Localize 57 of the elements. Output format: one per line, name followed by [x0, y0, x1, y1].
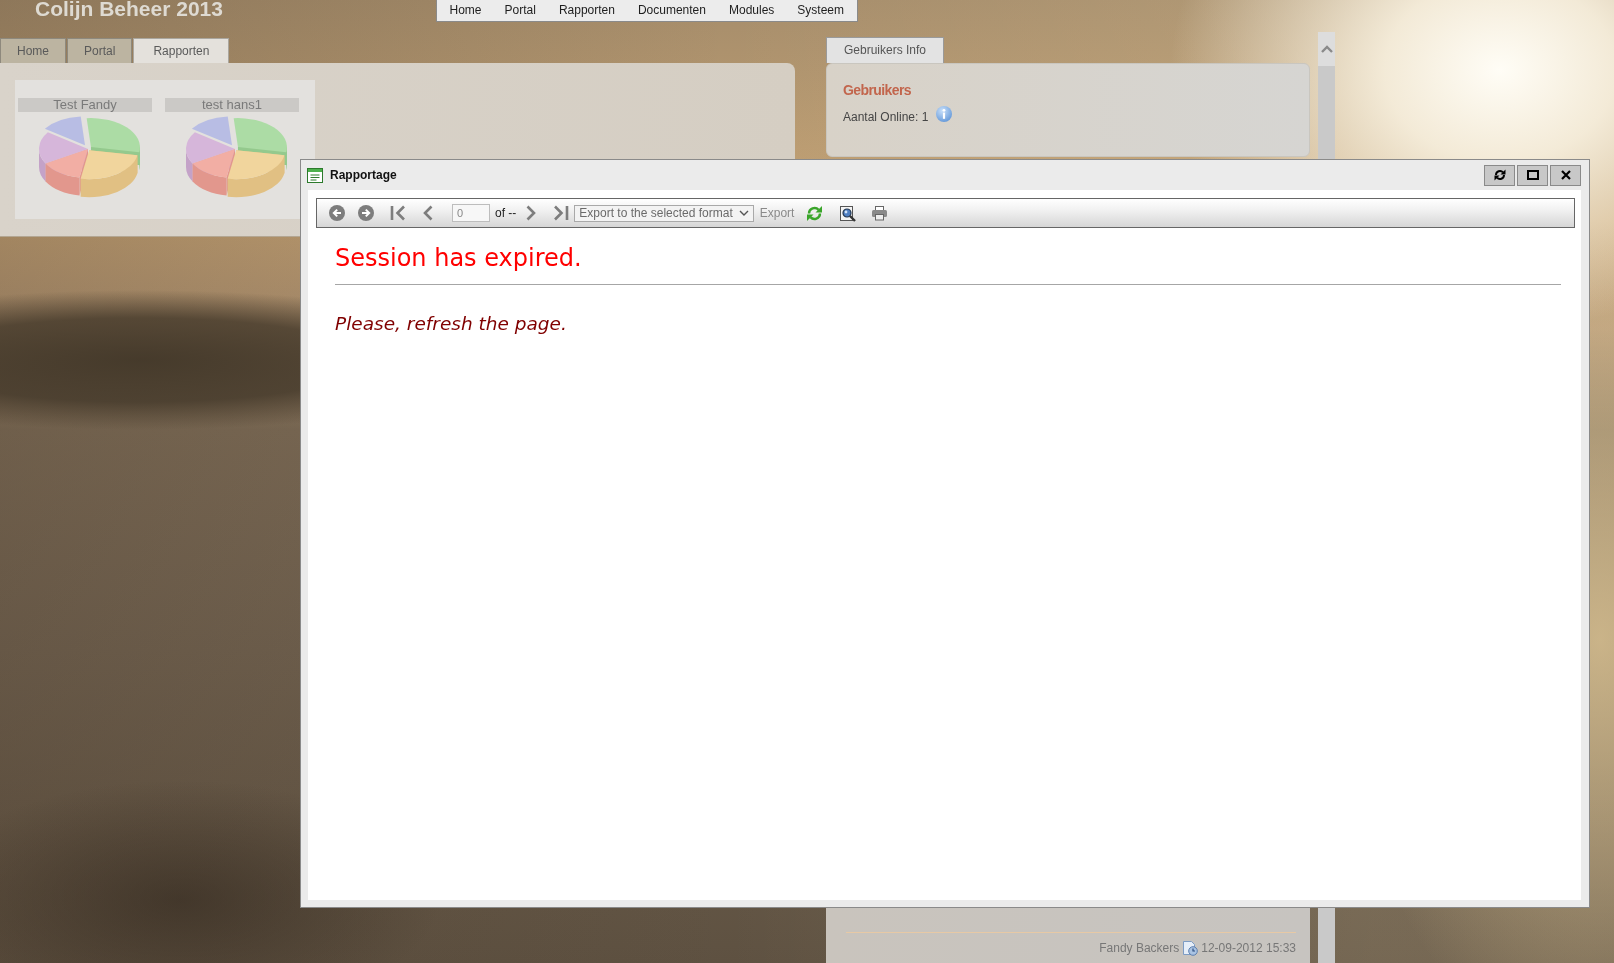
reload-icon [1493, 169, 1506, 181]
format-select[interactable]: Export to the selected format [574, 204, 754, 222]
next-page-button[interactable] [526, 205, 538, 221]
menu-item[interactable]: Portal [493, 0, 548, 21]
timestamp: 12-09-2012 15:33 [1201, 940, 1296, 956]
preview-button[interactable] [839, 204, 857, 222]
panel-heading: Gebruikers [843, 81, 911, 99]
chevron-right-icon [526, 205, 538, 221]
first-page-icon [390, 205, 406, 221]
printer-icon [871, 205, 889, 221]
last-page-icon [553, 205, 570, 221]
forward-button[interactable] [358, 205, 374, 221]
info-icon [936, 106, 953, 122]
menu-item[interactable]: Modules [717, 0, 786, 21]
chevron-left-icon [422, 205, 433, 221]
tab[interactable]: Home [0, 38, 66, 63]
scroll-up-button[interactable] [1318, 32, 1335, 66]
maximize-icon [1526, 170, 1539, 180]
maximize-button[interactable] [1517, 164, 1548, 186]
error-message: Please, refresh the page. [335, 312, 568, 336]
document-icon [307, 167, 323, 183]
tab[interactable]: Portal [67, 38, 133, 63]
error-title: Session has expired. [335, 244, 583, 272]
pie-slice [227, 150, 285, 198]
close-icon [1560, 170, 1571, 180]
pie-slice [45, 149, 88, 196]
pie-slice [192, 149, 235, 196]
caret-icon [738, 210, 749, 216]
back-button[interactable] [329, 205, 345, 221]
previous-page-button[interactable] [422, 205, 433, 221]
dialog-title: Rapportage [330, 167, 397, 183]
chevron-up-icon [1320, 45, 1333, 53]
pie-slice [80, 150, 138, 198]
online-count: Aantal Online: 1 [843, 109, 929, 125]
menu-item[interactable]: Systeem [785, 0, 856, 21]
menu-item[interactable]: Documenten [626, 0, 718, 21]
forward-icon [358, 205, 374, 221]
print-button[interactable] [871, 205, 889, 221]
menu-item[interactable]: Home [438, 0, 493, 21]
panel-tab[interactable]: Gebruikers Info [826, 37, 944, 63]
page-input[interactable]: 0 [452, 204, 490, 222]
page-magnifier-icon [839, 204, 857, 222]
refresh-icon [806, 204, 824, 222]
document-clock-icon [1182, 940, 1199, 956]
last-page-button[interactable] [553, 205, 570, 221]
close-button[interactable] [1550, 164, 1581, 186]
author-name: Fandy Backers [1099, 940, 1180, 956]
report-title: test hans1 [165, 98, 299, 112]
tab[interactable]: Rapporten [133, 38, 230, 63]
refresh-button[interactable] [806, 204, 824, 222]
reload-button[interactable] [1484, 164, 1515, 186]
report-title: Test Fandy [18, 98, 152, 112]
back-icon [329, 205, 345, 221]
menu-item[interactable]: Rapporten [547, 0, 627, 21]
app-title: Colijn Beheer 2013 [35, 0, 223, 21]
page-count: of -- [495, 205, 517, 221]
first-page-button[interactable] [390, 205, 406, 221]
